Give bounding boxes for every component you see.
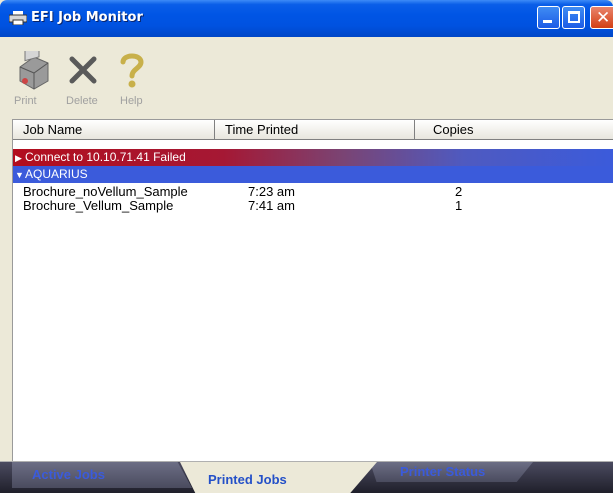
print-button[interactable]: Print — [14, 37, 54, 117]
title-bar[interactable]: EFI Job Monitor ✕ — [0, 0, 613, 37]
copies-cell: 1 — [455, 198, 463, 213]
help-label: Help — [120, 95, 143, 107]
column-header-time-printed[interactable]: Time Printed — [215, 120, 415, 140]
print-label: Print — [14, 95, 37, 107]
tab-printer-status[interactable]: Printer Status — [370, 462, 533, 482]
list-header: Job Name Time Printed Copies — [13, 120, 613, 140]
window-title: EFI Job Monitor — [31, 10, 143, 25]
column-header-copies[interactable]: Copies — [415, 120, 613, 140]
close-icon: ✕ — [596, 8, 611, 28]
column-header-job-name[interactable]: Job Name — [13, 120, 215, 140]
question-mark-icon — [120, 53, 144, 88]
table-row[interactable]: Brochure_Vellum_Sample 7:41 am 1 — [13, 199, 613, 213]
job-list[interactable]: Job Name Time Printed Copies ▶ Connect to… — [12, 119, 613, 462]
x-icon — [69, 56, 97, 84]
close-button[interactable]: ✕ — [590, 6, 613, 29]
minimize-button[interactable] — [537, 6, 560, 29]
printer-icon — [19, 51, 49, 90]
job-name-cell: Brochure_noVellum_Sample — [23, 184, 188, 199]
triangle-down-icon[interactable]: ▼ — [15, 167, 25, 183]
delete-label: Delete — [66, 95, 98, 107]
group-label: AQUARIUS — [25, 167, 88, 181]
delete-button[interactable]: Delete — [64, 37, 104, 117]
group-row-connection-error[interactable]: ▶ Connect to 10.10.71.41 Failed — [13, 149, 613, 166]
maximize-icon — [568, 11, 580, 23]
tab-bar: Active Jobs Printer Status Printed Jobs — [0, 461, 613, 493]
time-printed-cell: 7:41 am — [248, 198, 295, 213]
copies-cell: 2 — [455, 184, 463, 199]
help-button[interactable]: Help — [116, 37, 152, 117]
tab-printed-jobs[interactable]: Printed Jobs — [180, 462, 377, 493]
job-name-cell: Brochure_Vellum_Sample — [23, 198, 174, 213]
printer-icon — [9, 11, 27, 25]
triangle-right-icon[interactable]: ▶ — [15, 150, 25, 166]
toolbar: Print Delete Help — [0, 37, 613, 119]
tab-active-jobs[interactable]: Active Jobs — [12, 462, 192, 488]
maximize-button[interactable] — [562, 6, 585, 29]
table-row[interactable]: Brochure_noVellum_Sample 7:23 am 2 — [13, 185, 613, 199]
minimize-icon — [543, 20, 552, 23]
group-row-printer[interactable]: ▼AQUARIUS — [13, 166, 613, 183]
time-printed-cell: 7:23 am — [248, 184, 295, 199]
group-label: Connect to 10.10.71.41 Failed — [25, 150, 186, 164]
